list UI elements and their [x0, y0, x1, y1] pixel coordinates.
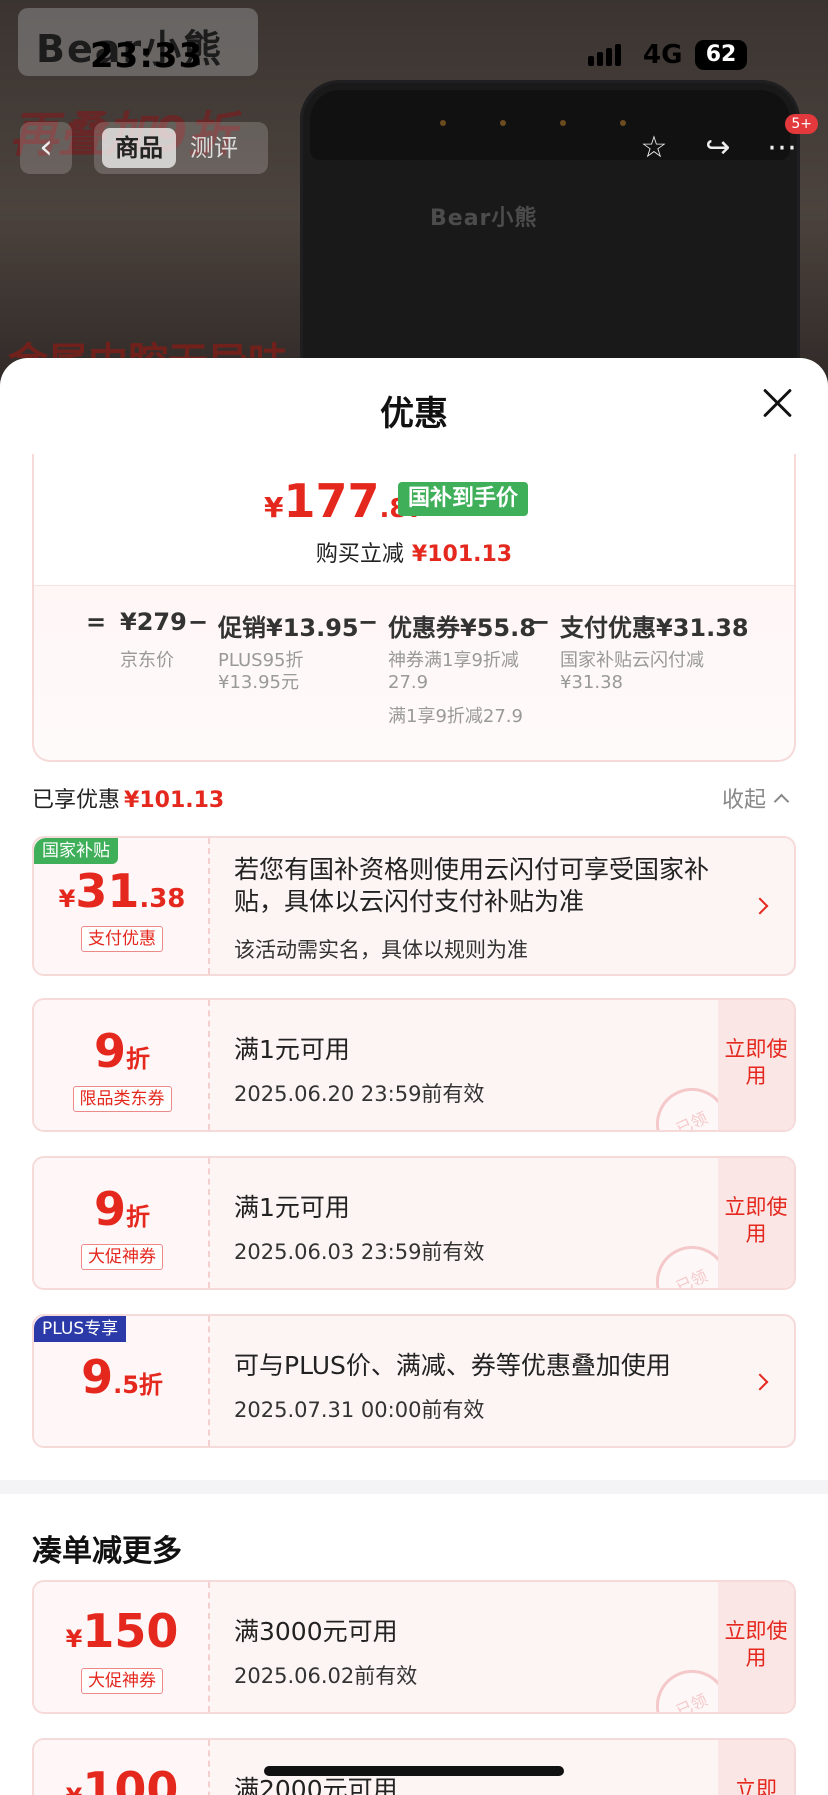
back-icon[interactable]: ‹	[20, 122, 72, 174]
section-divider	[0, 1480, 828, 1494]
formula-minus: −	[358, 608, 379, 636]
coupon-corner-tag: PLUS专享	[34, 1316, 127, 1342]
tab-goods[interactable]: 商品	[102, 128, 176, 168]
coupon-card-subsidy[interactable]: 国家补贴 ¥31.38 支付优惠 若您有国补资格则使用云闪付可享受国家补贴，具体…	[32, 836, 796, 976]
coupon-desc: 2025.06.03 23:59前有效	[234, 1240, 485, 1264]
more-icon[interactable]: ⋯ 5+	[758, 114, 818, 174]
coupon-title: 满2000元可用	[234, 1775, 398, 1795]
use-now-button[interactable]: 立即使用	[718, 1582, 794, 1712]
coupon-desc: 该活动需实名，具体以规则为准	[234, 938, 528, 962]
battery-icon: 62	[695, 40, 747, 70]
chevron-right-icon	[751, 1373, 769, 1391]
coupon-title: 满1元可用	[234, 1035, 350, 1064]
coupon-type-tag: 限品类东券	[34, 1086, 210, 1112]
coupon-value: 9.5折	[81, 1350, 163, 1404]
home-indicator[interactable]	[264, 1766, 564, 1776]
status-bar: 23:33 4G 62	[0, 0, 828, 110]
coupon-desc: 2025.06.20 23:59前有效	[234, 1082, 485, 1106]
coupon-title: 满1元可用	[234, 1193, 350, 1222]
coupon-value: ¥31.38	[58, 864, 186, 918]
coupon-title: 若您有国补资格则使用云闪付可享受国家补贴，具体以云闪付支付补贴为准	[234, 855, 710, 916]
formula-promo: 促销¥13.95	[218, 614, 359, 642]
share-icon[interactable]: ↪	[694, 122, 742, 174]
formula-base-price: ¥279	[120, 608, 187, 636]
coupon-title: 可与PLUS价、满减、券等优惠叠加使用	[234, 1351, 671, 1380]
formula-promo-sub: ¥13.95元	[218, 672, 299, 693]
use-now-button[interactable]: 立即使用	[718, 1000, 794, 1130]
tab-review[interactable]: 测评	[190, 128, 238, 168]
formula-coupon-sub: 满1享9折减27.9	[388, 706, 523, 727]
coupon-value: ¥100	[66, 1762, 179, 1795]
chevron-up-icon	[773, 793, 790, 810]
price-breakdown-card: ¥177.87 国补到手价 购买立减¥101.13 = ¥279 京东价 − 促…	[32, 454, 796, 762]
coupon-card: ¥150 大促神券 满3000元可用 2025.06.02前有效 已领 立即使用	[32, 1580, 796, 1714]
coupon-type-tag: 大促神券	[34, 1668, 210, 1694]
enjoyed-discount: 已享优惠 ¥101.13	[32, 788, 225, 813]
sheet-title: 优惠	[380, 394, 448, 434]
coupon-desc: 2025.07.31 00:00前有效	[234, 1398, 485, 1422]
coupon-corner-tag: 国家补贴	[34, 838, 118, 864]
formula-minus: −	[530, 608, 551, 636]
status-time: 23:33	[90, 36, 204, 76]
favorite-star-icon[interactable]: ☆	[630, 122, 678, 174]
instant-reduce-line: 购买立减 ¥101.13	[315, 542, 513, 567]
more-discount-title: 凑单减更多	[32, 1534, 182, 1569]
use-now-button[interactable]: 立即	[718, 1740, 794, 1795]
close-icon[interactable]	[756, 382, 800, 426]
subsidy-price-tag: 国补到手价	[398, 482, 529, 516]
formula-coupon: 优惠券¥55.8	[388, 614, 536, 642]
coupon-type-tag: 支付优惠	[34, 926, 210, 952]
coupon-card: 9折 限品类东券 满1元可用 2025.06.20 23:59前有效 已领 立即…	[32, 998, 796, 1132]
formula-payment-sub: ¥31.38	[560, 672, 623, 693]
collapse-button[interactable]: 收起	[722, 782, 790, 814]
network-type: 4G	[643, 40, 683, 70]
formula-minus: −	[188, 608, 209, 636]
chevron-right-icon	[751, 897, 769, 915]
formula-payment: 支付优惠¥31.38	[560, 614, 749, 642]
signal-icon	[588, 44, 624, 66]
formula-coupon-sub: 神券满1享9折减	[388, 650, 519, 671]
formula-promo-sub: PLUS95折	[218, 650, 304, 671]
discount-sheet: 优惠 ¥177.87 国补到手价 购买立减¥101.13 = ¥279 京东价 …	[0, 358, 828, 1795]
coupon-title: 满3000元可用	[234, 1617, 398, 1646]
formula-coupon-sub: 27.9	[388, 672, 429, 693]
coupon-value: 9折	[93, 1024, 150, 1078]
coupon-type-tag: 大促神券	[34, 1244, 210, 1270]
use-now-button[interactable]: 立即使用	[718, 1158, 794, 1288]
nav-tabs: 商品 测评	[94, 122, 268, 174]
message-badge: 5+	[785, 114, 818, 134]
coupon-card: 9折 大促神券 满1元可用 2025.06.03 23:59前有效 已领 立即使…	[32, 1156, 796, 1290]
product-nav-bar: ‹ 商品 测评 ☆ ↪ ⋯ 5+	[0, 114, 828, 178]
coupon-value: 9折	[93, 1182, 150, 1236]
formula-payment-sub: 国家补贴云闪付减	[560, 650, 704, 671]
formula-base-label: 京东价	[120, 650, 174, 671]
coupon-card-plus[interactable]: PLUS专享 9.5折 可与PLUS价、满减、券等优惠叠加使用 2025.07.…	[32, 1314, 796, 1448]
price-formula: = ¥279 京东价 − 促销¥13.95 PLUS95折 ¥13.95元 − …	[34, 586, 794, 762]
formula-equals: =	[86, 608, 107, 636]
coupon-desc: 2025.06.02前有效	[234, 1664, 418, 1688]
coupon-value: ¥150	[65, 1604, 179, 1658]
